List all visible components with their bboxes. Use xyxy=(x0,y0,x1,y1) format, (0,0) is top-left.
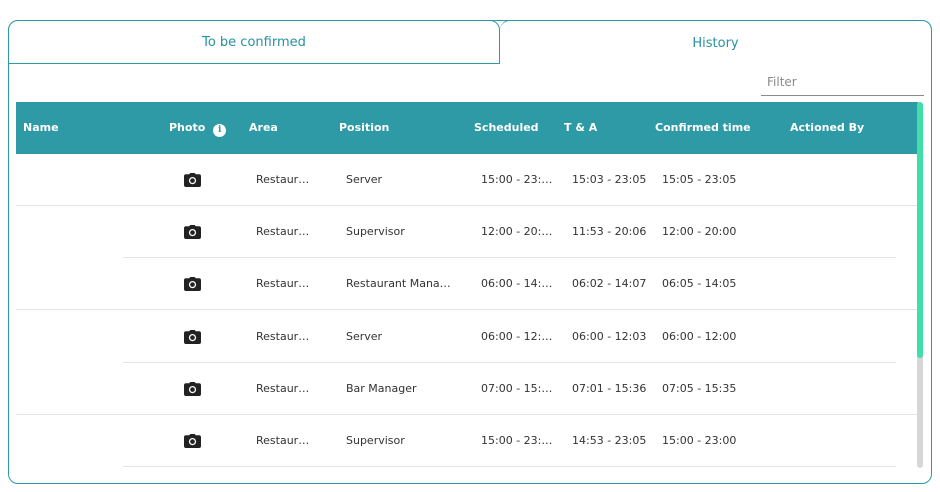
table-row[interactable]: Restaur… Server 06:00 - 12:… 06:00 - 12:03 0… xyxy=(16,311,918,363)
cell-area: Restaur… xyxy=(256,329,310,343)
column-header-area[interactable]: Area xyxy=(249,121,278,134)
cell-confirmed-time: 12:00 - 20:00 xyxy=(662,225,737,239)
cell-ta: 14:53 - 23:05 xyxy=(572,434,647,447)
cell-scheduled: 12:00 - 20:… xyxy=(481,225,553,239)
column-header-photo-label: Photo xyxy=(169,121,206,134)
cell-scheduled: 07:00 - 15:… xyxy=(481,381,553,395)
info-icon[interactable]: i xyxy=(213,124,227,137)
cell-ta: 06:02 - 14:07 xyxy=(572,277,647,291)
cell-position: Supervisor xyxy=(346,225,405,239)
cell-confirmed-time: 15:05 - 23:05 xyxy=(662,173,737,186)
tab-history[interactable]: History xyxy=(500,20,932,65)
history-table: Name Photo i Area Position Scheduled T & … xyxy=(16,102,924,468)
table-header: Name Photo i Area Position Scheduled T & … xyxy=(16,102,918,154)
cell-confirmed-time: 06:05 - 14:05 xyxy=(662,277,737,291)
camera-icon[interactable] xyxy=(184,225,201,240)
cell-area: Restaur… xyxy=(256,381,310,395)
table-row[interactable]: Restaur… Supervisor 12:00 - 20:… 11:53 - 20… xyxy=(16,206,918,259)
table-row[interactable]: Restaur… Supervisor 15:00 - 23:… 14:53 - 23… xyxy=(16,415,918,467)
tab-history-label: History xyxy=(692,35,739,51)
tab-to-be-confirmed[interactable]: To be confirmed xyxy=(8,20,500,64)
camera-icon[interactable] xyxy=(184,173,201,187)
cell-confirmed-time: 15:00 - 23:00 xyxy=(662,434,737,447)
camera-icon[interactable] xyxy=(184,329,201,344)
cell-area: Restaur… xyxy=(256,277,310,291)
camera-icon[interactable] xyxy=(184,381,201,396)
cell-position: Supervisor xyxy=(346,434,405,447)
column-header-position[interactable]: Position xyxy=(339,121,389,134)
cell-scheduled: 15:00 - 23:… xyxy=(481,173,553,186)
cell-confirmed-time: 07:05 - 15:35 xyxy=(662,381,737,395)
scrollbar-thumb[interactable] xyxy=(917,102,923,358)
cell-area: Restaur… xyxy=(256,173,310,186)
filter-input[interactable] xyxy=(761,68,924,96)
cell-position: Server xyxy=(346,173,383,186)
cell-scheduled: 06:00 - 14:… xyxy=(481,277,553,291)
cell-position: Server xyxy=(346,329,383,343)
row-divider xyxy=(123,466,896,467)
table-row[interactable]: Restaur… Restaurant Mana… 06:00 - 14:… 06:0… xyxy=(16,258,918,311)
cell-position: Bar Manager xyxy=(346,381,417,395)
cell-area: Restaur… xyxy=(256,225,310,239)
column-header-confirmed-time[interactable]: Confirmed time xyxy=(655,121,751,134)
cell-ta: 11:53 - 20:06 xyxy=(572,225,647,239)
tab-to-be-confirmed-label: To be confirmed xyxy=(202,34,306,50)
camera-icon[interactable] xyxy=(184,434,201,448)
cell-position: Restaurant Mana… xyxy=(346,277,451,291)
cell-scheduled: 06:00 - 12:… xyxy=(481,329,553,343)
camera-icon[interactable] xyxy=(184,277,201,292)
column-header-ta[interactable]: T & A xyxy=(564,121,597,134)
cell-ta: 15:03 - 23:05 xyxy=(572,173,647,186)
cell-scheduled: 15:00 - 23:… xyxy=(481,434,553,447)
table-row[interactable]: Restaur… Bar Manager 07:00 - 15:… 07:01 - 1… xyxy=(16,363,918,415)
table-row[interactable]: Restaur… Server 15:00 - 23:… 15:03 - 23:05 1… xyxy=(16,154,918,206)
cell-confirmed-time: 06:00 - 12:00 xyxy=(662,329,737,343)
cell-area: Restaur… xyxy=(256,434,310,447)
cell-ta: 07:01 - 15:36 xyxy=(572,381,647,395)
column-header-name[interactable]: Name xyxy=(23,121,59,134)
cell-ta: 06:00 - 12:03 xyxy=(572,329,647,343)
column-header-photo: Photo i xyxy=(169,121,227,137)
column-header-actioned-by[interactable]: Actioned By xyxy=(790,121,864,134)
column-header-scheduled[interactable]: Scheduled xyxy=(474,121,539,134)
